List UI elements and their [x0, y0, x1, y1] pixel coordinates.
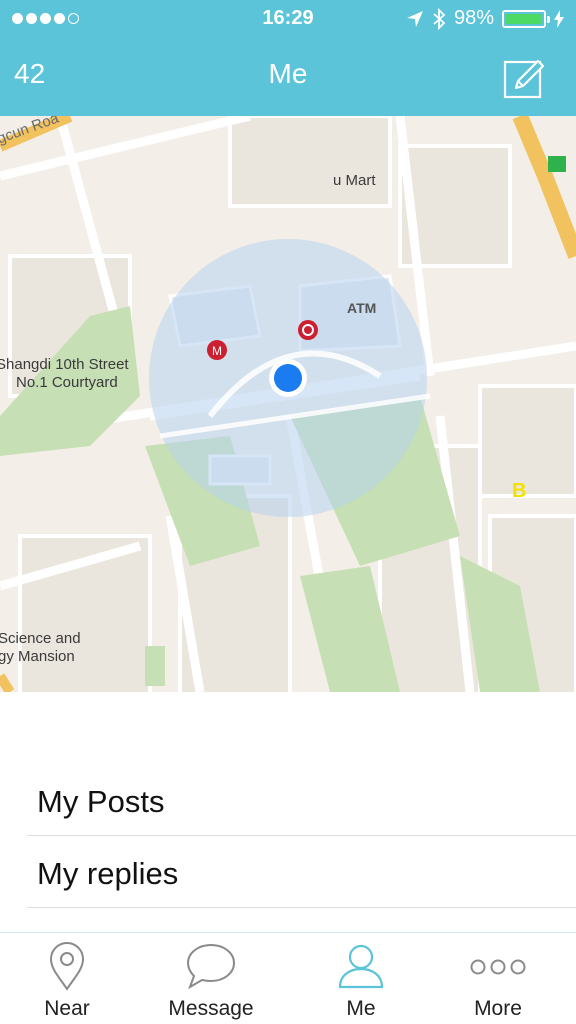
tab-bar: Near Message Me More: [0, 932, 576, 1024]
tab-label: Near: [44, 997, 90, 1020]
map-label-mansion: Science and gy Mansion: [0, 630, 81, 666]
map-label-mansion-line2: gy Mansion: [0, 648, 75, 665]
location-arrow-icon: [406, 10, 423, 27]
map-label-mart: u Mart: [333, 172, 376, 189]
chat-bubble-icon: [186, 943, 236, 990]
battery-icon: [502, 9, 550, 28]
tab-more[interactable]: More: [426, 933, 570, 1024]
map-label-street: Shangdi 10th Street No.1 Courtyard: [0, 356, 129, 392]
tab-label: More: [474, 997, 522, 1020]
map-label-poi-b: B: [512, 480, 527, 502]
list-item-my-posts[interactable]: My Posts: [27, 764, 576, 836]
charging-icon: [554, 9, 564, 28]
status-right: 98%: [406, 7, 564, 30]
map-pin-icon: [49, 942, 85, 991]
map-label-mansion-line1: Science and: [0, 630, 81, 647]
status-bar: 16:29 98%: [0, 0, 576, 38]
me-menu-list: My Posts My replies: [0, 692, 576, 932]
map-label-street-line2: No.1 Courtyard: [16, 374, 118, 391]
map-canvas[interactable]: M: [0, 116, 576, 692]
tab-near[interactable]: Near: [0, 933, 139, 1024]
more-dots-icon: [470, 959, 526, 975]
compose-icon[interactable]: [502, 56, 546, 100]
user-icon: [338, 944, 384, 989]
map-label-street-line1: Shangdi 10th Street: [0, 356, 129, 373]
header: 16:29 98% 42 Me: [0, 0, 576, 116]
battery-percent: 98%: [453, 7, 494, 29]
nav-bar: 42 Me: [0, 38, 576, 116]
tab-label: Me: [346, 997, 376, 1020]
map-view[interactable]: M gcun Roa u Mart ATM Shangdi 10th Stree…: [0, 116, 576, 692]
page-title: Me: [268, 58, 308, 89]
tab-me[interactable]: Me: [289, 933, 433, 1024]
tab-message[interactable]: Message: [139, 933, 283, 1024]
bluetooth-icon: [433, 7, 446, 30]
list-item-label: My replies: [37, 856, 179, 891]
list-item-my-replies[interactable]: My replies: [27, 836, 576, 908]
tab-label: Message: [168, 997, 254, 1020]
svg-text:M: M: [212, 344, 222, 358]
map-label-atm: ATM: [347, 300, 377, 316]
list-item-label: My Posts: [37, 784, 165, 819]
